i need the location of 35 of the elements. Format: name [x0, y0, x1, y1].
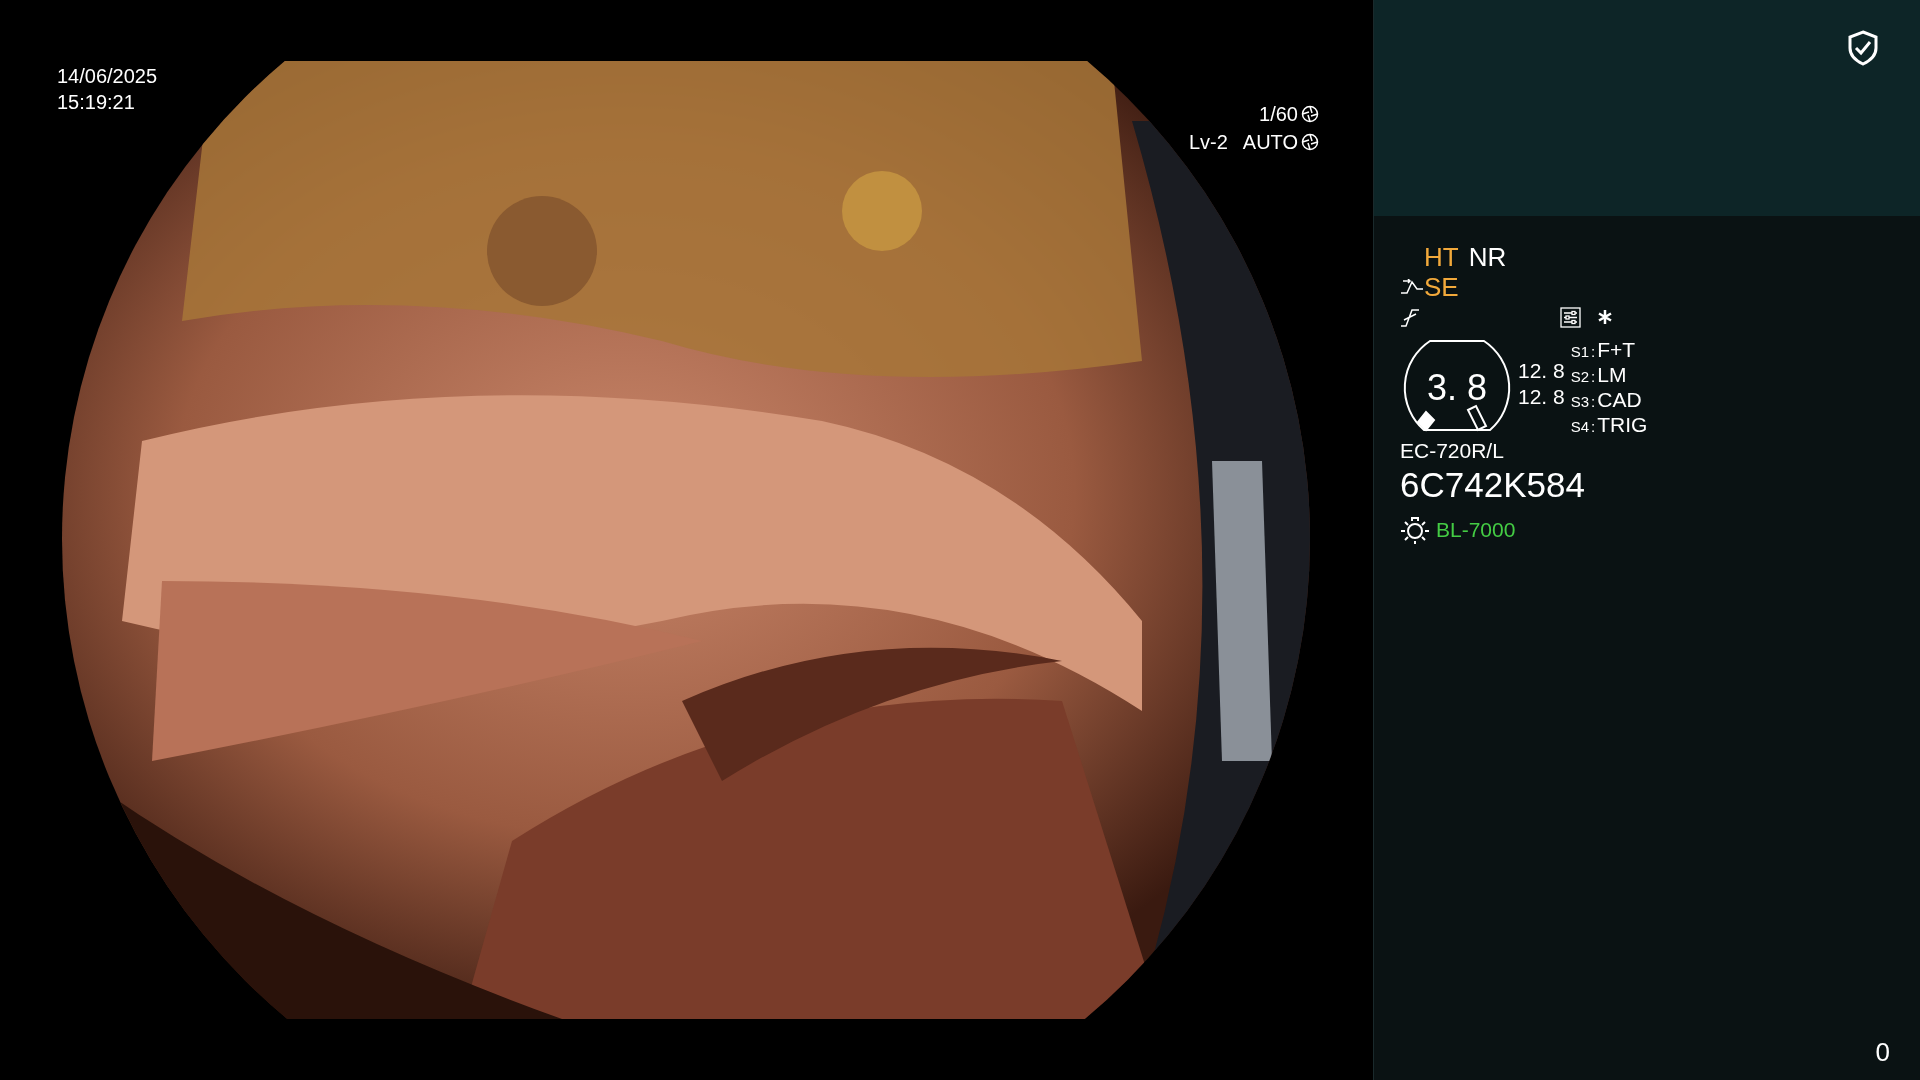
- slash-curve-icon: [1400, 306, 1420, 328]
- date-text: 14/06/2025: [57, 64, 158, 89]
- switch-label: TRIG: [1597, 412, 1648, 438]
- switch-key: S3: [1570, 391, 1590, 414]
- iris-mode-text: AUTO: [1242, 130, 1298, 155]
- iris-icon: [1301, 133, 1319, 151]
- zoom-value: 3. 8: [1426, 370, 1487, 406]
- scope-serial-text: 6C742K584: [1400, 464, 1586, 506]
- mode-indicator: NR: [1468, 242, 1507, 272]
- curve-icon: [1400, 279, 1424, 295]
- asterisk-icon: [1597, 309, 1613, 325]
- reading-text: 12. 8: [1518, 358, 1565, 384]
- shutter-icon: [1301, 105, 1319, 123]
- switch-separator: :: [1591, 417, 1596, 437]
- time-text: 15:19:21: [57, 90, 136, 115]
- switch-separator: :: [1591, 392, 1596, 412]
- reading-text: 12. 8: [1518, 384, 1565, 410]
- shield-check-icon: [1848, 30, 1878, 66]
- switch-key: S2: [1570, 366, 1590, 389]
- counter-text: 0: [1875, 1036, 1890, 1069]
- switch-separator: :: [1591, 342, 1596, 362]
- switch-label: CAD: [1597, 387, 1642, 413]
- lamp-icon: [1400, 514, 1430, 545]
- switch-key: S1: [1570, 341, 1590, 364]
- switch-separator: :: [1591, 367, 1596, 387]
- switch-key: S4: [1570, 416, 1590, 439]
- mode-indicator: HT: [1424, 242, 1459, 272]
- settings-sliders-icon: [1560, 306, 1581, 328]
- switch-label: LM: [1597, 362, 1627, 388]
- switch-label: F+T: [1597, 337, 1636, 363]
- exposure-level-text: Lv-2: [1188, 130, 1228, 155]
- mode-indicator: SE: [1424, 272, 1459, 302]
- scope-model-text: EC-720R/L: [1400, 438, 1505, 464]
- shutter-speed-text: 1/60: [1259, 102, 1298, 127]
- light-source-text: BL-7000: [1436, 517, 1516, 543]
